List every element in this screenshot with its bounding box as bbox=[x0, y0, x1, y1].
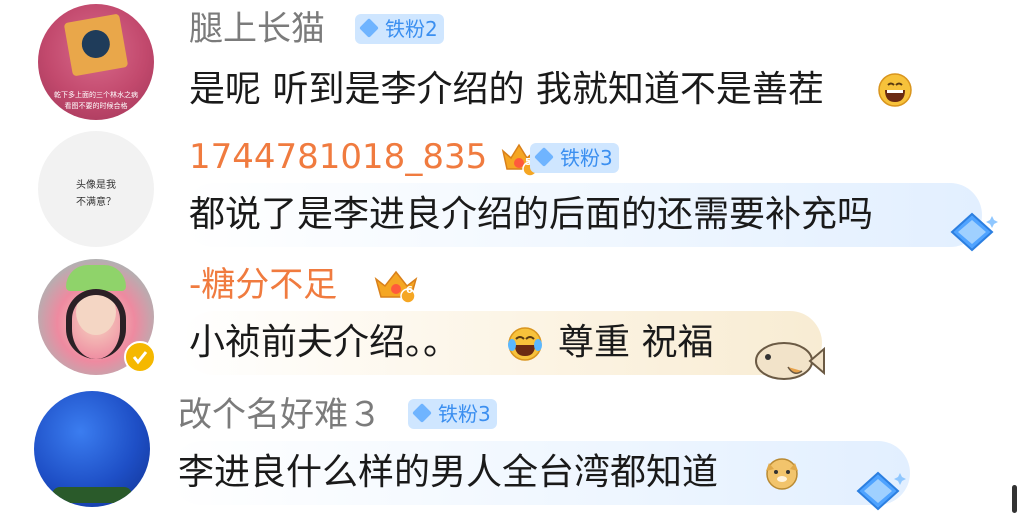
avatar[interactable]: 头像是我 不满意？ bbox=[38, 131, 154, 247]
fan-badge-label: 铁粉3 bbox=[438, 402, 491, 426]
comment-item: 改个名好难３ 铁粉3 李进良什么样的男人全台湾都知道 bbox=[0, 385, 1024, 525]
username[interactable]: 腿上长猫 bbox=[189, 9, 325, 49]
username[interactable]: 改个名好难３ bbox=[178, 395, 382, 435]
grin-emoji-icon bbox=[878, 73, 912, 107]
comment-text-continued: 尊重 祝福 bbox=[558, 322, 714, 363]
avatar-hat bbox=[66, 265, 126, 291]
comment-text: 是呢 听到是李介绍的 我就知道不是善茬 bbox=[189, 69, 824, 110]
comment-item: 头像是我 不满意？ 1744781018_835 5 铁粉3 都说了是李进良介绍… bbox=[0, 125, 1024, 255]
avatar-trees bbox=[52, 487, 132, 503]
comment-text: 李进良什么样的男人全台湾都知道 bbox=[178, 452, 719, 493]
diamond-icon bbox=[534, 147, 554, 167]
verified-badge bbox=[124, 341, 156, 373]
fish-icon bbox=[755, 342, 825, 380]
diamond-icon bbox=[950, 212, 998, 252]
comment-item: 乾下多上面的三个林水之病 看图不要的时候合格 腿上长猫 铁粉2 是呢 听到是李介… bbox=[0, 0, 1024, 125]
comment-item: -糖分不足 6 小祯前夫介绍。。 尊重 祝福 bbox=[0, 255, 1024, 385]
diamond-icon bbox=[856, 471, 906, 511]
avatar-text-line1: 头像是我 bbox=[76, 180, 116, 191]
tears-of-joy-emoji-icon bbox=[508, 327, 542, 361]
username[interactable]: 1744781018_835 bbox=[189, 137, 487, 177]
checkmark-icon bbox=[132, 351, 148, 365]
comment-text: 小祯前夫介绍。。 bbox=[189, 322, 460, 363]
avatar-hair bbox=[66, 289, 126, 359]
diamond-icon bbox=[359, 18, 379, 38]
fan-badge[interactable]: 铁粉3 bbox=[530, 143, 619, 173]
moon-icon bbox=[79, 27, 113, 61]
scrollbar-thumb[interactable] bbox=[1012, 485, 1017, 513]
avatar[interactable]: 乾下多上面的三个林水之病 看图不要的时候合格 bbox=[38, 4, 154, 120]
fan-badge[interactable]: 铁粉3 bbox=[408, 399, 497, 429]
username[interactable]: -糖分不足 bbox=[189, 265, 337, 305]
comment-text: 都说了是李进良介绍的后面的还需要补充吗 bbox=[189, 194, 874, 235]
avatar-text-line2: 不满意？ bbox=[76, 197, 116, 208]
fan-badge-label: 铁粉2 bbox=[385, 17, 438, 41]
avatar-image-card bbox=[63, 13, 129, 77]
avatar-caption: 乾下多上面的三个林水之病 bbox=[54, 91, 138, 99]
diamond-icon bbox=[412, 403, 432, 423]
fan-badge[interactable]: 铁粉2 bbox=[355, 14, 444, 44]
crown-level: 6 bbox=[406, 285, 413, 296]
fan-badge-label: 铁粉3 bbox=[560, 146, 613, 170]
avatar-caption-2: 看图不要的时候合格 bbox=[64, 102, 128, 110]
doge-emoji-icon bbox=[766, 458, 798, 490]
avatar[interactable] bbox=[34, 391, 150, 507]
